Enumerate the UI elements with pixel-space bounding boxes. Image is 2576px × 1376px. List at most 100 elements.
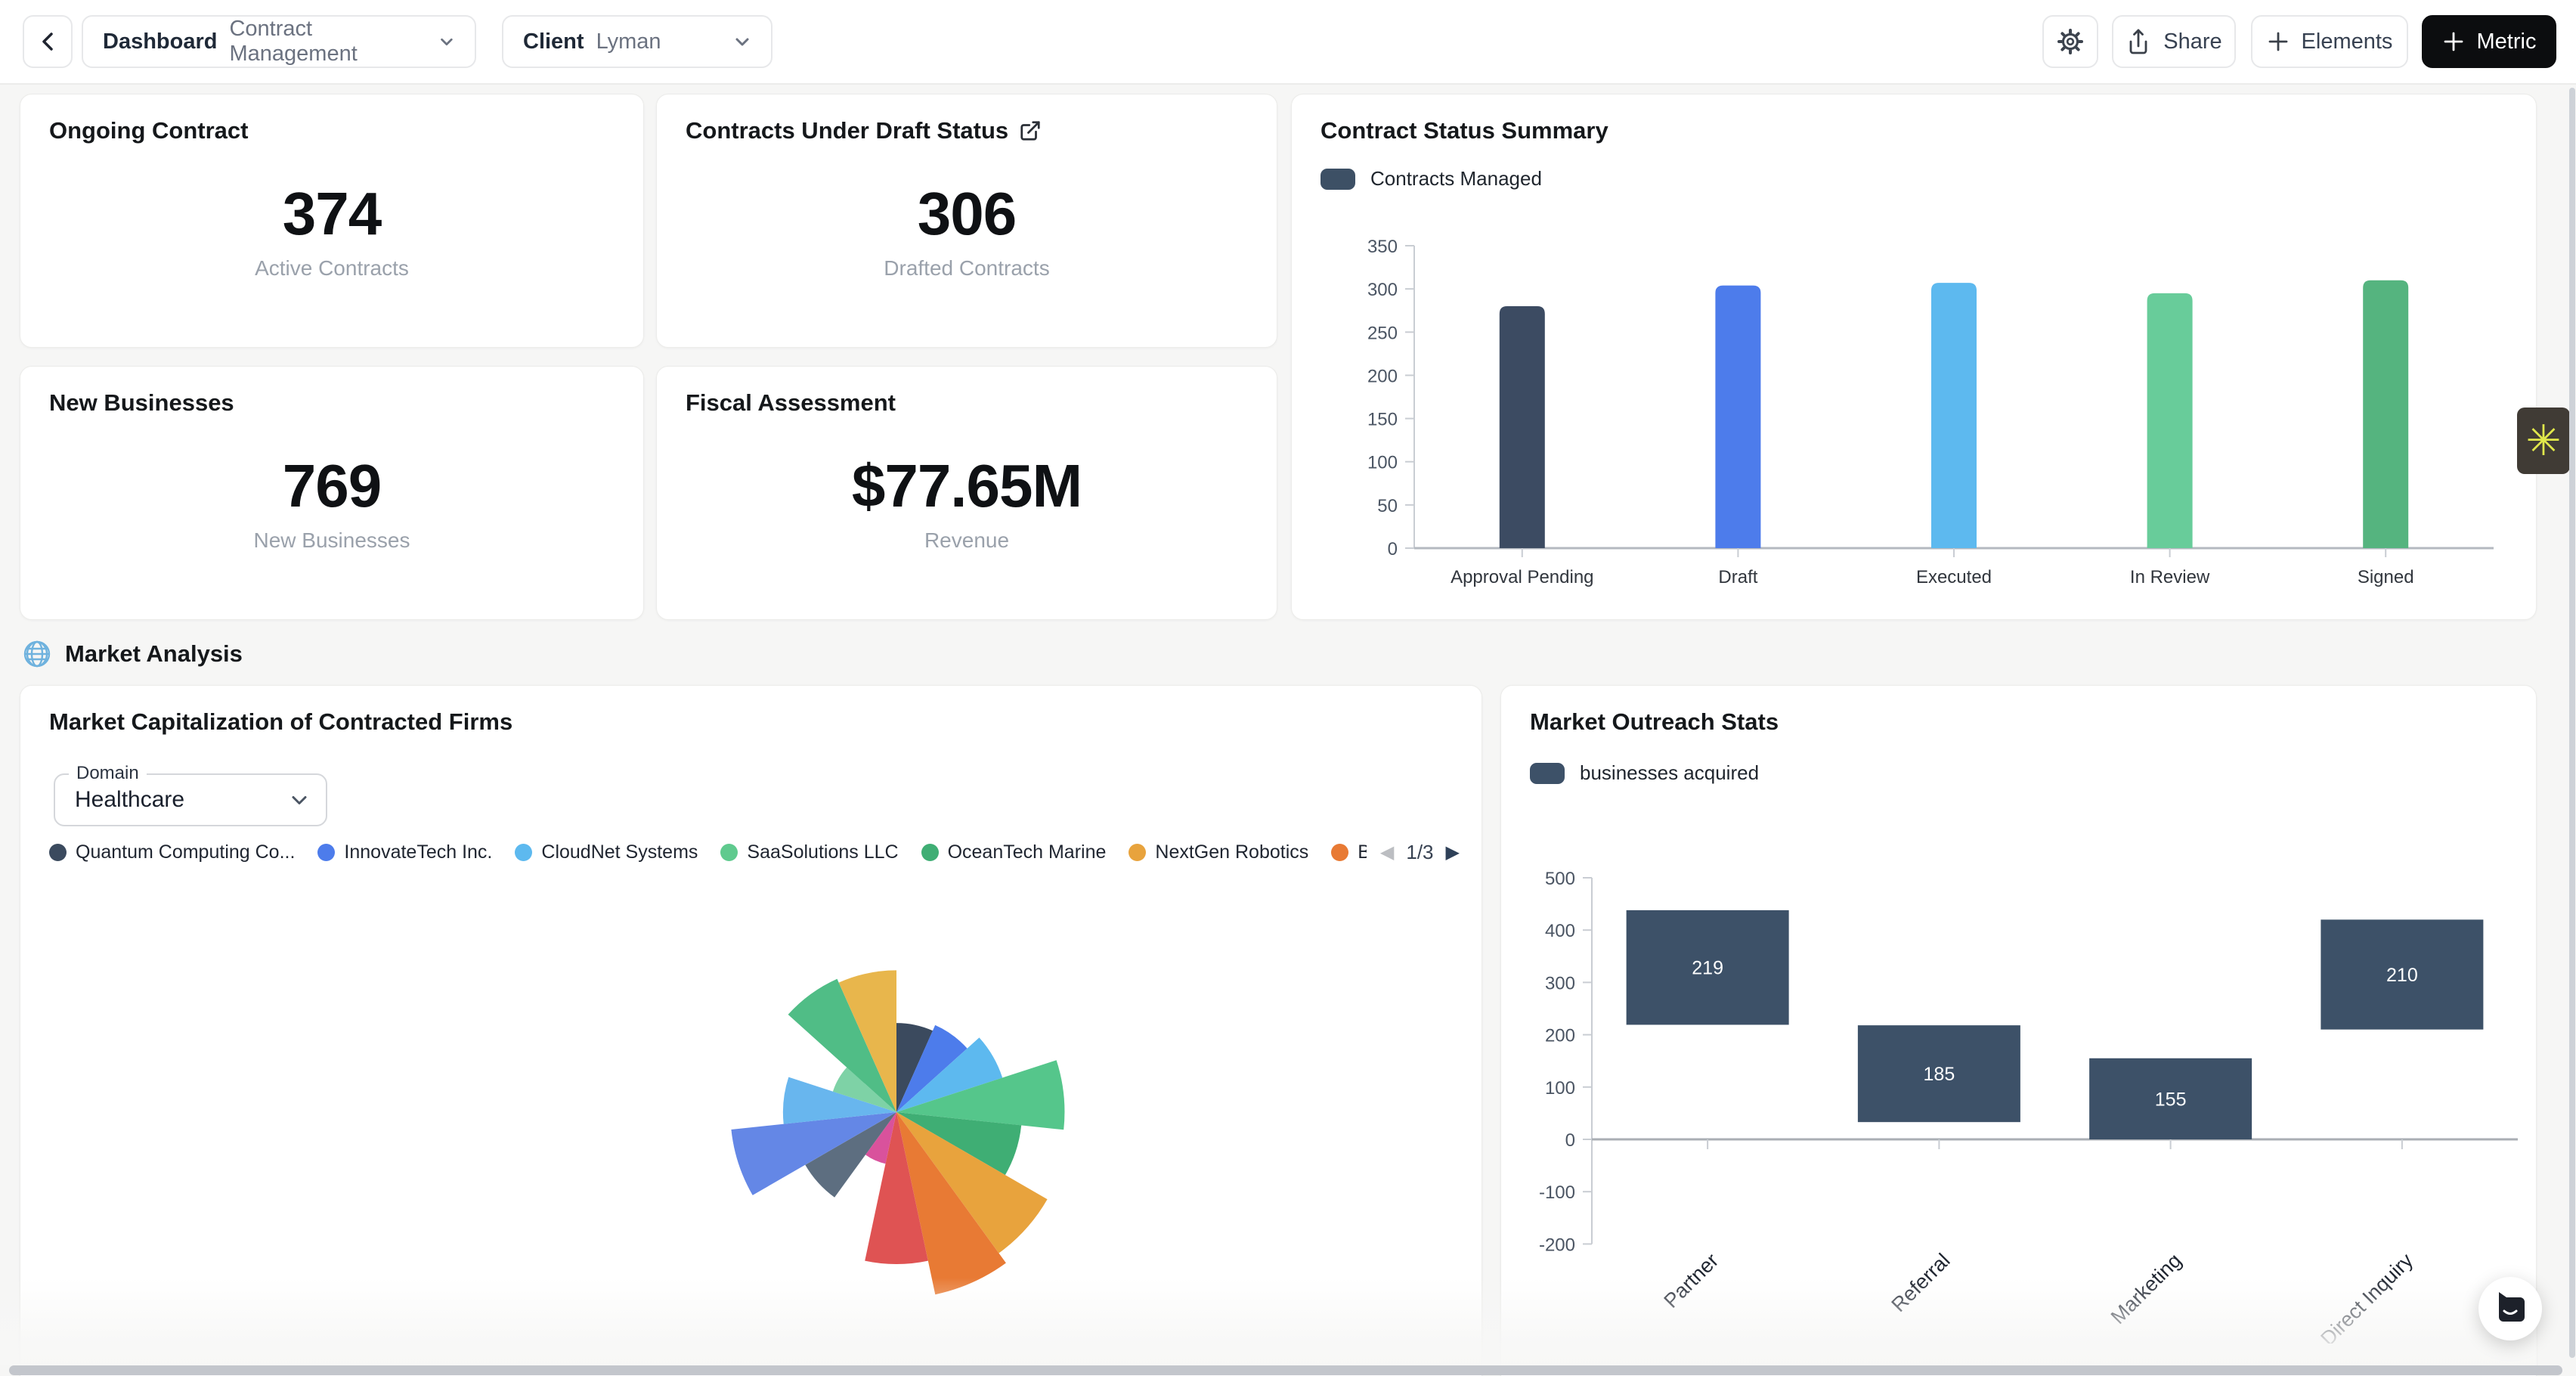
add-metric-button[interactable]: Metric <box>2422 15 2556 68</box>
status-bar-approval-pending[interactable] <box>1500 306 1545 548</box>
back-button[interactable] <box>23 15 73 68</box>
chat-launcher-button[interactable] <box>2478 1277 2542 1340</box>
status-bar-chart: 050100150200250300350Approval PendingDra… <box>1299 223 2524 601</box>
svg-text:200: 200 <box>1545 1026 1575 1046</box>
plus-icon <box>2267 30 2290 53</box>
card-title: New Businesses <box>49 389 234 417</box>
chevron-left-icon <box>38 30 57 53</box>
legend-item-saasolutions-llc[interactable]: SaaSolutions LLC <box>720 841 898 863</box>
stat-label: Drafted Contracts <box>657 256 1277 280</box>
chevron-down-icon <box>438 36 455 48</box>
legend-swatch <box>1530 763 1565 784</box>
svg-text:-100: -100 <box>1539 1182 1575 1203</box>
new-businesses-card: New Businesses 769 New Businesses <box>20 366 644 620</box>
svg-text:Signed: Signed <box>2358 567 2414 587</box>
svg-text:500: 500 <box>1545 869 1575 889</box>
svg-text:150: 150 <box>1367 410 1398 430</box>
gear-icon <box>2055 26 2085 57</box>
svg-text:Approval Pending: Approval Pending <box>1451 567 1593 587</box>
svg-text:210: 210 <box>2386 965 2418 986</box>
dashboard-selector[interactable]: Dashboard Contract Management <box>82 15 476 68</box>
market-capitalization-card: Market Capitalization of Contracted Firm… <box>20 685 1482 1376</box>
share-icon <box>2126 27 2151 56</box>
chat-bubble-icon <box>2493 1291 2528 1326</box>
horizontal-scrollbar[interactable] <box>9 1365 2562 1375</box>
svg-text:250: 250 <box>1367 323 1398 343</box>
vertical-scrollbar[interactable] <box>2569 88 2575 1358</box>
svg-text:Referral: Referral <box>1887 1249 1955 1316</box>
svg-text:219: 219 <box>1692 958 1723 979</box>
legend-item-quantum-computing-co[interactable]: Quantum Computing Co... <box>49 841 295 863</box>
add-elements-button[interactable]: Elements <box>2251 15 2408 68</box>
market-cap-legend-row: Quantum Computing Co... InnovateTech Inc.… <box>49 837 1460 867</box>
legend-item-oceantech-marine[interactable]: OceanTech Marine <box>921 841 1107 863</box>
status-legend[interactable]: Contracts Managed <box>1321 167 1542 191</box>
card-title: Fiscal Assessment <box>686 389 896 417</box>
market-outreach-card: Market Outreach Stats businesses acquire… <box>1500 685 2537 1376</box>
ongoing-contract-card: Ongoing Contract 374 Active Contracts <box>20 94 644 348</box>
svg-text:300: 300 <box>1367 280 1398 300</box>
legend-pagination: ◀ 1/3 ▶ <box>1380 841 1460 864</box>
card-title: Market Outreach Stats <box>1530 708 1779 736</box>
svg-text:200: 200 <box>1367 366 1398 386</box>
section-title: Market Analysis <box>65 640 243 668</box>
domain-select-label: Domain <box>69 763 147 784</box>
market-analysis-header: Market Analysis <box>23 640 243 668</box>
add-metric-label: Metric <box>2477 29 2537 54</box>
legend-label: Contracts Managed <box>1370 167 1542 191</box>
legend-dot <box>1331 844 1348 861</box>
status-bar-draft[interactable] <box>1715 286 1760 548</box>
domain-select[interactable]: Domain Healthcare <box>54 773 327 826</box>
client-selector-label: Client <box>523 29 584 54</box>
contracts-under-draft-card: Contracts Under Draft Status 306 Drafted… <box>656 94 1277 348</box>
svg-text:Draft: Draft <box>1718 567 1757 587</box>
svg-text:350: 350 <box>1367 237 1398 257</box>
legend-item-label: SaaSolutions LLC <box>747 841 898 863</box>
client-selector[interactable]: Client Lyman <box>502 15 772 68</box>
plus-icon <box>2442 30 2465 53</box>
legend-dot <box>317 844 335 861</box>
outreach-legend[interactable]: businesses acquired <box>1530 761 1759 785</box>
asterisk-icon: ✳ <box>2526 420 2562 462</box>
svg-text:Marketing: Marketing <box>2107 1249 2186 1328</box>
settings-button[interactable] <box>2042 15 2098 68</box>
fiscal-assessment-card: Fiscal Assessment $77.65M Revenue <box>656 366 1277 620</box>
add-elements-label: Elements <box>2302 29 2393 54</box>
svg-text:0: 0 <box>1388 539 1398 559</box>
legend-item-nextgen-robotics[interactable]: NextGen Robotics <box>1129 841 1308 863</box>
brand-widget-button[interactable]: ✳ <box>2517 408 2570 474</box>
legend-prev-icon[interactable]: ◀ <box>1380 841 1394 863</box>
chevron-down-icon <box>289 793 309 807</box>
legend-next-icon[interactable]: ▶ <box>1446 841 1460 863</box>
share-button[interactable]: Share <box>2112 15 2236 68</box>
legend-dot <box>720 844 738 861</box>
stat-value: 374 <box>20 179 643 249</box>
dashboard-selector-label: Dashboard <box>103 29 217 54</box>
legend-swatch <box>1321 169 1355 190</box>
status-bar-signed[interactable] <box>2363 280 2408 548</box>
legend-item-cloudnet-systems[interactable]: CloudNet Systems <box>515 841 698 863</box>
chevron-down-icon <box>733 36 751 48</box>
svg-text:185: 185 <box>1924 1064 1955 1085</box>
legend-item-biohealth-sol[interactable]: BioHealth Sol <box>1331 841 1367 863</box>
status-bar-executed[interactable] <box>1931 283 1977 548</box>
external-link-icon[interactable] <box>1019 119 1042 142</box>
legend-item-label: Quantum Computing Co... <box>76 841 295 863</box>
svg-text:Direct Inquiry: Direct Inquiry <box>2316 1249 2417 1343</box>
svg-text:300: 300 <box>1545 973 1575 993</box>
svg-text:Partner: Partner <box>1660 1249 1723 1312</box>
legend-dot <box>1129 844 1146 861</box>
legend-item-label: InnovateTech Inc. <box>344 841 492 863</box>
status-bar-in-review[interactable] <box>2147 293 2193 548</box>
legend-label: businesses acquired <box>1580 761 1759 785</box>
legend-item-innovatetech-inc[interactable]: InnovateTech Inc. <box>317 841 492 863</box>
card-title: Contract Status Summary <box>1321 117 1608 144</box>
market-cap-rose-chart <box>685 893 1108 1331</box>
stat-label: Active Contracts <box>20 256 643 280</box>
stat-value: 306 <box>657 179 1277 249</box>
stat-label: Revenue <box>657 528 1277 553</box>
svg-text:100: 100 <box>1545 1078 1575 1099</box>
legend-page-indicator: 1/3 <box>1406 841 1433 864</box>
legend-item-label: NextGen Robotics <box>1155 841 1308 863</box>
svg-text:400: 400 <box>1545 921 1575 941</box>
